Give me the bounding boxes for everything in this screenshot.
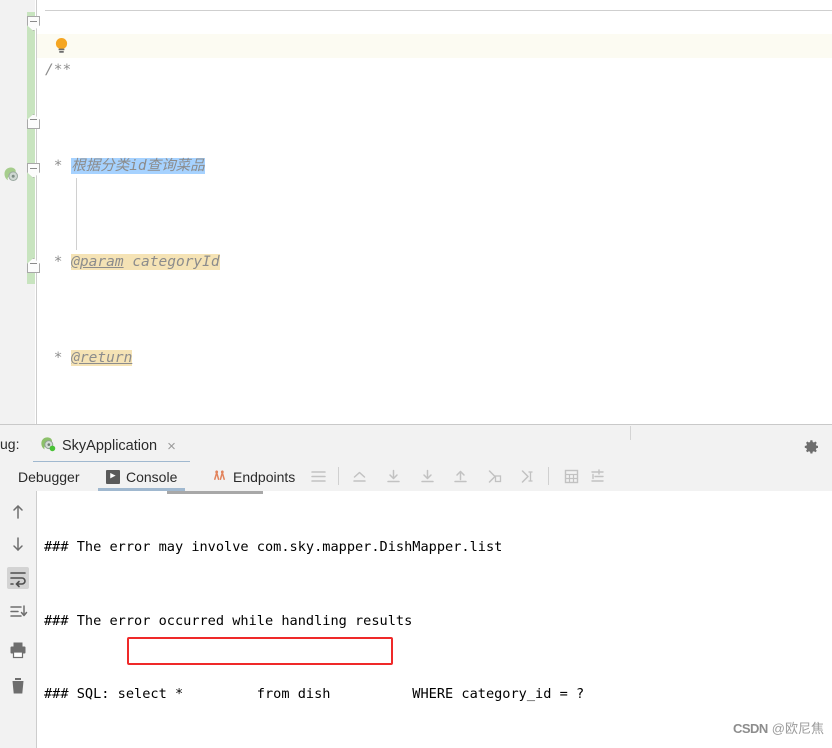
console-selection-strip xyxy=(167,491,263,494)
run-configuration-tab-skyapplication[interactable]: SkyApplication × xyxy=(33,430,182,462)
toolbar-divider-2 xyxy=(548,467,549,485)
vcs-change-marker[interactable] xyxy=(27,12,35,284)
tab-endpoints-label: Endpoints xyxy=(233,468,296,485)
toolbar-divider-1 xyxy=(338,467,339,485)
ide-window: /** * 根据分类id查询菜品 * @param categoryId * @… xyxy=(0,0,832,748)
run-to-cursor-icon[interactable] xyxy=(486,468,503,485)
fold-marker-method-start[interactable] xyxy=(27,163,40,178)
tab-endpoints[interactable]: Endpoints xyxy=(204,462,303,491)
console-line-1: ### The error may involve com.sky.mapper… xyxy=(44,539,503,555)
javadoc-return-tag: @return xyxy=(71,350,133,366)
tab-debugger[interactable]: Debugger xyxy=(10,462,88,491)
scroll-to-end-icon[interactable] xyxy=(7,601,29,623)
endpoints-icon xyxy=(212,468,227,486)
code-line-4: * @return xyxy=(45,350,133,366)
down-arrow-icon[interactable] xyxy=(7,533,29,555)
code-editor[interactable]: /** * 根据分类id查询菜品 * @param categoryId * @… xyxy=(0,0,832,748)
header-divider xyxy=(630,426,631,440)
console-line-2: ### The error occurred while handling re… xyxy=(44,612,413,629)
menu-icon[interactable] xyxy=(310,468,327,485)
spring-bean-icon[interactable] xyxy=(2,165,20,183)
javadoc-param-tag: @param xyxy=(71,254,124,270)
code-line-2: * 根据分类id查询菜品 xyxy=(45,158,205,174)
watermark: CSDN @欧尼焦 xyxy=(733,718,824,737)
console-line-3: ### SQL: select * from dish WHERE catego… xyxy=(44,686,585,702)
fold-marker-javadoc-start[interactable] xyxy=(27,16,40,31)
code-line-3: * @param categoryId xyxy=(45,254,220,270)
gutter-separator xyxy=(36,0,37,424)
tool-window-header: ug: SkyApplication × xyxy=(0,425,832,464)
run-tab-label: SkyApplication xyxy=(62,438,158,454)
console-output[interactable]: ### The error may involve com.sky.mapper… xyxy=(37,491,832,748)
spring-boot-run-icon xyxy=(39,435,56,457)
up-arrow-icon[interactable] xyxy=(7,501,29,523)
fold-marker-method-end[interactable] xyxy=(27,258,40,273)
watermark-handle: @欧尼焦 xyxy=(771,721,824,736)
step-over-icon[interactable] xyxy=(385,468,402,485)
console-text[interactable]: ### The error may involve com.sky.mapper… xyxy=(44,491,832,748)
javadoc-param-name: categoryId xyxy=(123,254,220,270)
tab-console-label: Console xyxy=(126,468,178,485)
code-line-1: /** xyxy=(45,62,72,78)
layout-settings-icon[interactable] xyxy=(589,468,606,485)
close-icon[interactable]: × xyxy=(167,438,176,455)
force-step-into-icon[interactable] xyxy=(452,468,469,485)
console-icon: ▶ xyxy=(106,469,120,484)
tab-debugger-label: Debugger xyxy=(18,468,80,485)
fold-marker-javadoc-end[interactable] xyxy=(27,114,40,129)
gear-icon[interactable] xyxy=(803,438,820,455)
tab-console[interactable]: ▶ Console xyxy=(98,462,186,491)
drop-frame-icon[interactable] xyxy=(519,468,536,485)
watermark-brand: CSDN xyxy=(732,721,768,736)
console-sidebar-toolbar xyxy=(0,491,36,748)
console-scroll-clip xyxy=(37,491,832,494)
print-icon[interactable] xyxy=(7,639,29,661)
debug-subtab-strip: Debugger ▶ Console Endpoints xyxy=(0,462,832,491)
tool-window-title: ug: xyxy=(0,436,20,452)
debug-tool-window: ug: SkyApplication × Debugger ▶ Console … xyxy=(0,424,832,748)
step-into-icon[interactable] xyxy=(419,468,436,485)
evaluate-expression-icon[interactable] xyxy=(563,468,580,485)
trash-icon[interactable] xyxy=(7,675,29,697)
editor-annotation-gutter[interactable] xyxy=(0,0,26,424)
soft-wrap-icon[interactable] xyxy=(7,567,29,589)
javadoc-summary-selected: 根据分类id查询菜品 xyxy=(71,158,205,174)
step-out-icon[interactable] xyxy=(351,468,368,485)
